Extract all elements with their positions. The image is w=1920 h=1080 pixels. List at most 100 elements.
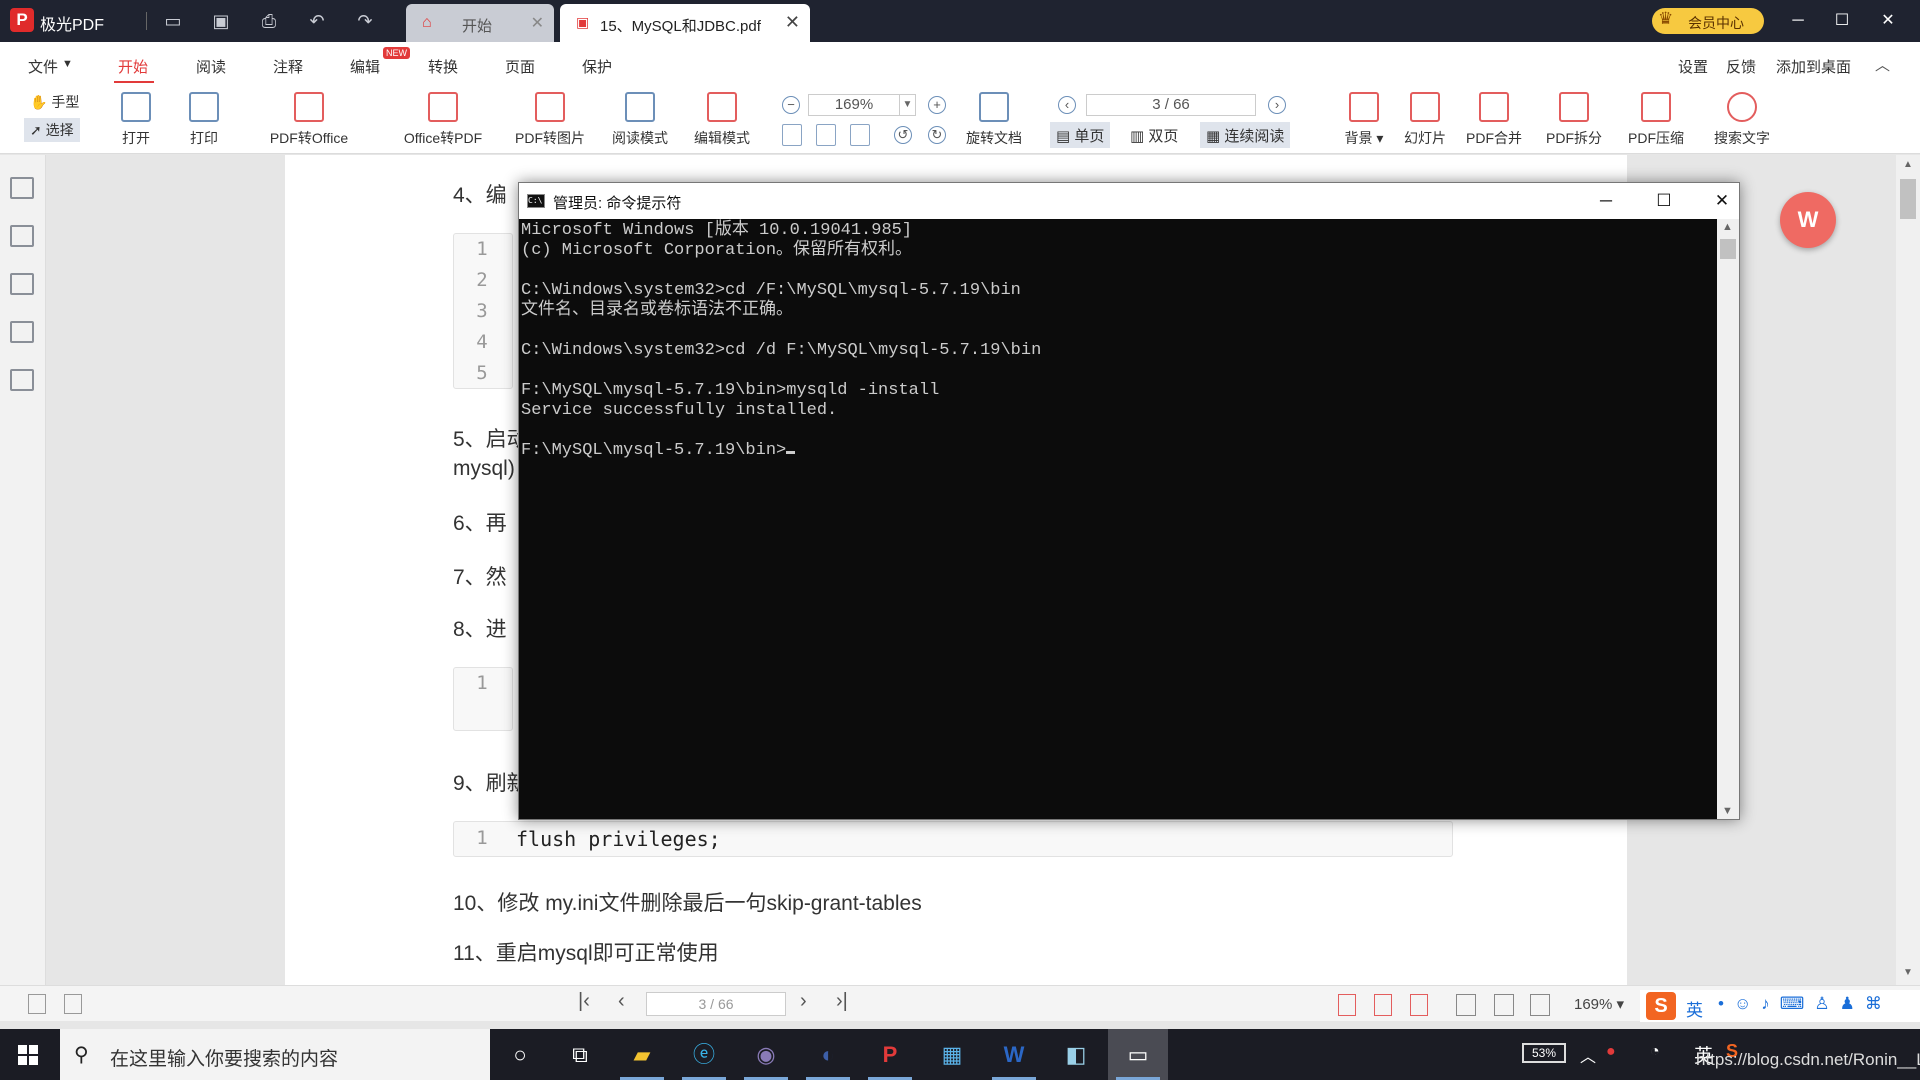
menu-file[interactable]: 文件	[28, 56, 58, 77]
cmd-close-button[interactable]: ✕	[1707, 187, 1737, 215]
scroll-up-icon[interactable]: ▲	[1722, 221, 1733, 233]
background-button[interactable]: 背景 ▾	[1336, 88, 1392, 148]
read-mode-button[interactable]: 阅读模式	[608, 88, 672, 148]
zoom-dropdown-icon[interactable]: ▼	[900, 94, 916, 116]
menu-edit[interactable]: 编辑	[350, 56, 380, 77]
jiguang-pdf-icon[interactable]: P	[860, 1029, 920, 1080]
fit-width-icon[interactable]	[1410, 994, 1428, 1016]
menu-start[interactable]: 开始	[118, 56, 148, 77]
scroll-down-icon[interactable]: ▼	[1903, 967, 1913, 978]
annotations-icon[interactable]	[10, 273, 34, 295]
console-output[interactable]: Microsoft Windows [版本 10.0.19041.985] (c…	[519, 219, 1717, 819]
convert-to-word-floating-button[interactable]: W	[1780, 192, 1836, 248]
maximize-button[interactable]: ☐	[1830, 9, 1854, 33]
eclipse-icon[interactable]: ◐	[798, 1029, 858, 1080]
fit-page-icon[interactable]	[816, 124, 836, 146]
file-explorer-icon[interactable]: ▰	[612, 1029, 672, 1080]
menu-settings[interactable]: 设置	[1678, 56, 1708, 77]
windows-start-icon[interactable]	[18, 1045, 38, 1065]
menu-add-to-desktop[interactable]: 添加到桌面	[1776, 56, 1851, 77]
edit-mode-button[interactable]: 编辑模式	[690, 88, 754, 148]
last-page-icon[interactable]: ›|	[836, 990, 848, 1013]
cmd-minimize-button[interactable]: ─	[1591, 187, 1621, 215]
zoom-in-icon[interactable]: +	[928, 96, 946, 114]
scroll-up-icon[interactable]: ▲	[1903, 159, 1913, 170]
task-view-icon[interactable]: ⧉	[550, 1029, 610, 1080]
first-page-icon[interactable]: |‹	[578, 990, 590, 1013]
next-page-icon[interactable]: ›	[800, 990, 807, 1013]
menu-read[interactable]: 阅读	[196, 56, 226, 77]
rotate-right-icon[interactable]: ↻	[928, 126, 946, 144]
undo-icon[interactable]: ↶	[306, 10, 328, 32]
single-page-view-icon[interactable]	[1456, 994, 1476, 1016]
control-panel-icon[interactable]: ▦	[922, 1029, 982, 1080]
zoom-input[interactable]: 169%	[808, 94, 900, 116]
network-icon[interactable]: ◔	[1650, 1043, 1660, 1061]
open-button[interactable]: 打开	[116, 88, 156, 148]
menu-protect[interactable]: 保护	[582, 56, 612, 77]
tab-document[interactable]: ▣ 15、MySQL和JDBC.pdf ✕	[560, 4, 810, 42]
continuous-view-button[interactable]: ▦ 连续阅读	[1200, 122, 1291, 148]
previous-page-icon[interactable]: ‹	[618, 990, 625, 1013]
rotate-document-button[interactable]: 旋转文档	[962, 88, 1026, 148]
previous-page-icon[interactable]: ‹	[1058, 96, 1076, 114]
ime-tool-icons[interactable]: •☺♪⌨♙♟⌘	[1718, 994, 1892, 1014]
rotate-left-icon[interactable]: ↺	[894, 126, 912, 144]
page-number-input[interactable]: 3 / 66	[1086, 94, 1256, 116]
status-page-input[interactable]: 3 / 66	[646, 992, 786, 1016]
outline-icon[interactable]	[10, 177, 34, 199]
scroll-thumb[interactable]	[1720, 239, 1736, 259]
console-prompt-line[interactable]: F:\MySQL\mysql-5.7.19\bin>	[521, 441, 1717, 461]
menu-page[interactable]: 页面	[505, 56, 535, 77]
print-icon[interactable]: ⎙	[258, 10, 280, 32]
single-page-view-button[interactable]: ▤ 单页	[1050, 122, 1111, 148]
vertical-scrollbar[interactable]: ▲ ▼	[1896, 155, 1920, 985]
next-page-icon[interactable]: ›	[1268, 96, 1286, 114]
scroll-thumb[interactable]	[1900, 179, 1916, 219]
fit-width-icon[interactable]	[850, 124, 870, 146]
continuous-view-icon[interactable]	[1494, 994, 1514, 1016]
ime-language-toggle[interactable]: 英	[1686, 996, 1703, 1021]
menu-feedback[interactable]: 反馈	[1726, 56, 1756, 77]
pdf-to-image-button[interactable]: PDF转图片	[512, 88, 588, 148]
cmd-taskbar-icon[interactable]: ▭	[1108, 1029, 1168, 1080]
vip-center-button[interactable]: ♛ 会员中心	[1652, 8, 1764, 34]
save-icon[interactable]: ▣	[210, 10, 232, 32]
select-tool-button[interactable]: ➚ 选择	[24, 118, 80, 142]
thumbnails-icon[interactable]	[10, 225, 34, 247]
close-tab-icon[interactable]: ✕	[785, 12, 800, 33]
actual-size-icon[interactable]	[782, 124, 802, 146]
browser-icon[interactable]: ⓔ	[674, 1029, 734, 1080]
office-to-pdf-button[interactable]: Office转PDF	[390, 88, 496, 148]
double-page-view-icon[interactable]	[1530, 994, 1550, 1016]
scroll-down-icon[interactable]: ▼	[1722, 805, 1733, 817]
pdf-compress-button[interactable]: PDF压缩	[1624, 88, 1688, 148]
print-button[interactable]: 打印	[184, 88, 224, 148]
taskbar-search-box[interactable]: ⚲ 在这里输入你要搜索的内容	[60, 1029, 490, 1080]
cmd-title-bar[interactable]: C:\ 管理员: 命令提示符 ─ ☐ ✕	[519, 183, 1739, 219]
tray-app-icon[interactable]: ●	[1606, 1043, 1616, 1061]
fit-page-icon[interactable]	[1374, 994, 1392, 1016]
ime-toolbar[interactable]: S 英 •☺♪⌨♙♟⌘	[1640, 990, 1920, 1022]
slideshow-button[interactable]: 幻灯片	[1400, 88, 1450, 148]
hand-tool-button[interactable]: ✋ 手型	[30, 92, 79, 112]
command-prompt-window[interactable]: C:\ 管理员: 命令提示符 ─ ☐ ✕ Microsoft Windows […	[518, 182, 1740, 820]
search-panel-icon[interactable]	[10, 321, 34, 343]
collapse-ribbon-icon[interactable]: ︿	[1875, 54, 1890, 75]
cortana-icon[interactable]: ○	[490, 1029, 550, 1080]
show-hidden-icons-icon[interactable]: ︿	[1580, 1043, 1596, 1067]
signature-icon[interactable]	[10, 369, 34, 391]
battery-indicator[interactable]: 53%	[1522, 1043, 1566, 1063]
close-button[interactable]: ✕	[1876, 9, 1900, 33]
close-tab-icon[interactable]: ✕	[531, 13, 544, 33]
menu-convert[interactable]: 转换	[428, 56, 458, 77]
pdf-split-button[interactable]: PDF拆分	[1542, 88, 1606, 148]
pdf-merge-button[interactable]: PDF合并	[1462, 88, 1526, 148]
pdf-to-office-button[interactable]: PDF转Office	[256, 88, 362, 148]
menu-annotate[interactable]: 注释	[273, 56, 303, 77]
actual-size-icon[interactable]	[1338, 994, 1356, 1016]
status-zoom[interactable]: 169% ▾	[1574, 995, 1624, 1013]
double-page-view-button[interactable]: ▥ 双页	[1124, 122, 1184, 148]
next-view-icon[interactable]	[64, 994, 82, 1014]
redo-icon[interactable]: ↷	[354, 10, 376, 32]
